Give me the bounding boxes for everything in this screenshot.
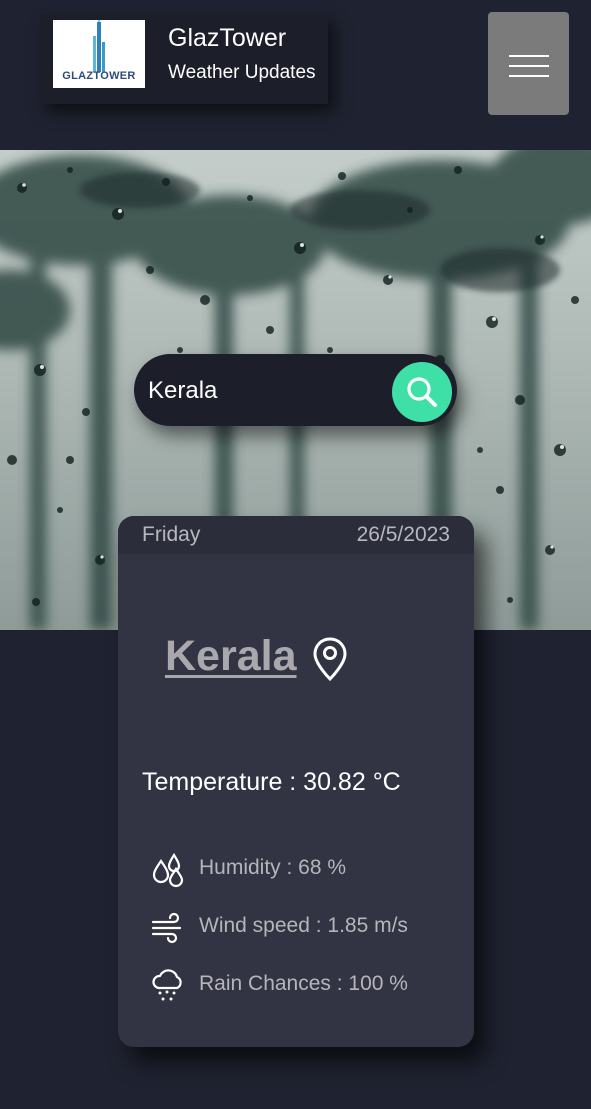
temperature: Temperature : 30.82 °C <box>142 768 401 796</box>
search-bar <box>134 354 457 426</box>
glaztower-logo: GLAZTOWER <box>53 20 145 88</box>
hamburger-menu-icon <box>509 55 549 57</box>
wind-icon <box>151 912 182 944</box>
logo-text: GLAZTOWER <box>62 70 136 82</box>
hamburger-menu-icon-bar <box>509 75 549 77</box>
app-subtitle: Weather Updates <box>168 62 316 83</box>
search-button[interactable] <box>392 362 452 422</box>
wind-speed-label: Wind speed : 1.85 m/s <box>199 914 408 937</box>
brand-box: GLAZTOWER GlazTower Weather Updates <box>40 14 328 104</box>
city-name[interactable]: Kerala <box>165 632 296 681</box>
search-input[interactable] <box>146 368 390 414</box>
app-title: GlazTower <box>168 24 287 52</box>
menu-button[interactable] <box>488 12 569 115</box>
rain-chances-label: Rain Chances : 100 % <box>199 972 408 995</box>
rain-cloud-icon <box>152 969 182 1001</box>
hamburger-menu-icon-bar <box>509 65 549 67</box>
card-header: Friday 26/5/2023 <box>118 516 474 554</box>
date: 26/5/2023 <box>356 523 450 546</box>
humidity-drops-icon <box>152 852 184 888</box>
weekday: Friday <box>142 523 201 546</box>
location-pin-icon <box>313 637 347 682</box>
humidity-label: Humidity : 68 % <box>199 856 347 879</box>
weather-card: Friday 26/5/2023 Kerala Temperature : 30… <box>118 516 474 1047</box>
search-icon <box>407 377 437 407</box>
